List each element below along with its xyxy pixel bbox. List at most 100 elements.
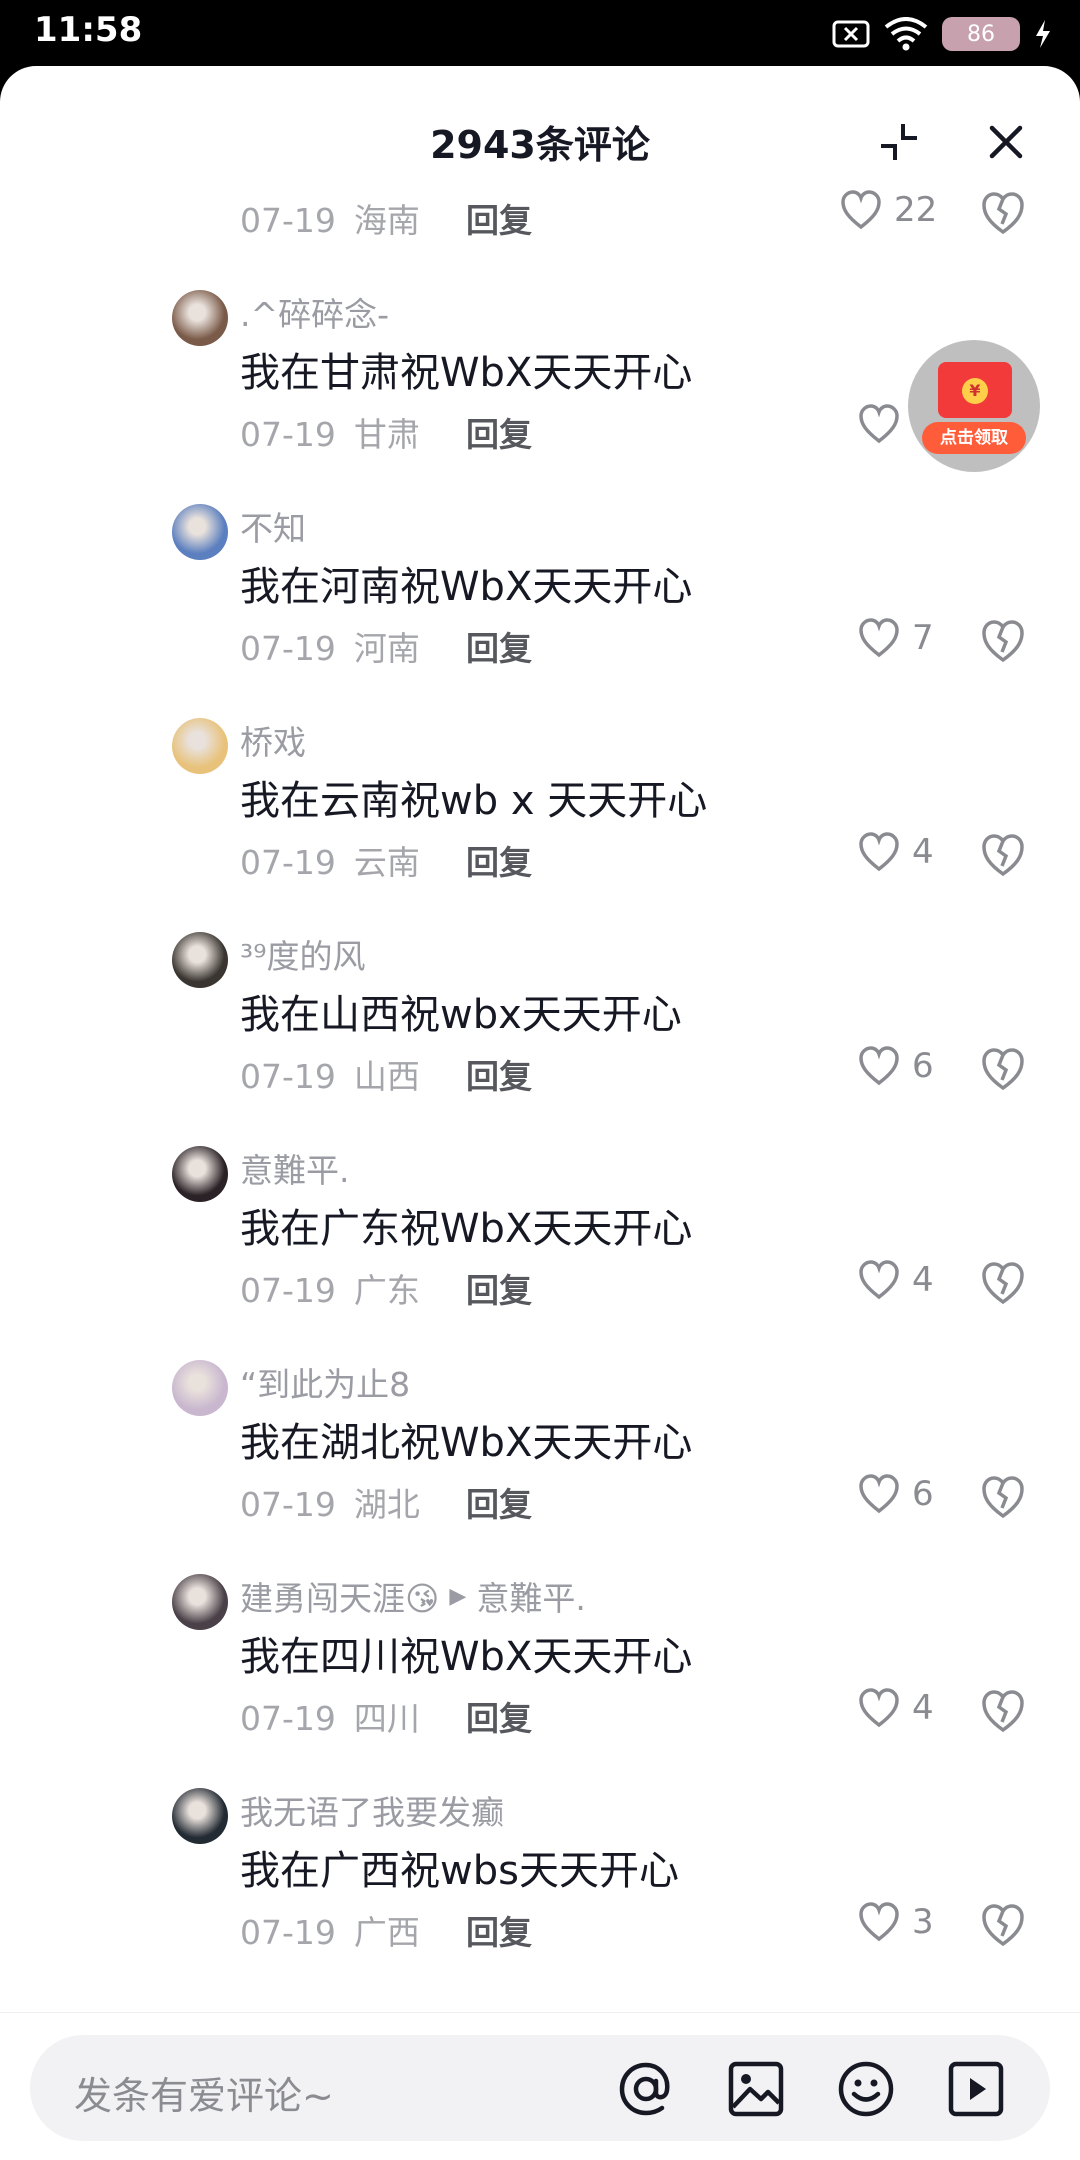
- like-button[interactable]: 4: [858, 1260, 934, 1300]
- like-button[interactable]: 4: [858, 1688, 934, 1728]
- like-button[interactable]: 22: [840, 190, 937, 230]
- comment-meta: 07-19 四川: [240, 1692, 420, 1740]
- comment-input[interactable]: 发条有爱评论~: [30, 2035, 1050, 2141]
- reply-button[interactable]: 回复: [466, 836, 532, 884]
- comment-username-row: ³⁹度的风: [240, 930, 365, 978]
- comment-username[interactable]: “到此为止8: [240, 1358, 410, 1406]
- emoji-icon[interactable]: [836, 2059, 896, 2119]
- collapse-icon[interactable]: [875, 118, 923, 166]
- avatar[interactable]: [172, 1574, 228, 1630]
- avatar[interactable]: [172, 1360, 228, 1416]
- reply-button[interactable]: 回复: [466, 1692, 532, 1740]
- comment-item-partial: 07-19 海南 回复 22: [0, 166, 1080, 280]
- comment-location: 湖北: [353, 1485, 420, 1524]
- dislike-icon[interactable]: [980, 1046, 1026, 1092]
- heart-icon: [841, 190, 881, 230]
- status-icons: 86: [832, 14, 1052, 54]
- comment-text[interactable]: 我在云南祝wb x 天天开心: [240, 768, 707, 826]
- comment-location: 海南: [353, 201, 420, 240]
- comment-text[interactable]: 我在山西祝wbx天天开心: [240, 982, 682, 1040]
- no-sim-icon: [832, 20, 870, 48]
- comment-input-bar: 发条有爱评论~: [0, 2012, 1080, 2160]
- dislike-icon[interactable]: [980, 1260, 1026, 1306]
- comment-location: 甘肃: [353, 415, 420, 454]
- like-button[interactable]: 7: [858, 618, 934, 658]
- comment-text-cut: [240, 166, 253, 170]
- reply-button[interactable]: 回复: [466, 622, 532, 670]
- comment-text[interactable]: 我在广西祝wbs天天开心: [240, 1838, 679, 1896]
- reply-button[interactable]: 回复: [466, 1264, 532, 1312]
- comment-date: 07-19: [240, 843, 336, 882]
- avatar[interactable]: [172, 1146, 228, 1202]
- avatar[interactable]: [172, 718, 228, 774]
- avatar[interactable]: [172, 932, 228, 988]
- like-button[interactable]: 6: [858, 1474, 934, 1514]
- like-button[interactable]: 4: [858, 832, 934, 872]
- avatar[interactable]: [172, 1788, 228, 1844]
- like-count: 3: [912, 1902, 934, 1942]
- comment-username-row: 我无语了我要发癫: [240, 1786, 504, 1834]
- comment-meta: 07-19 海南: [240, 194, 420, 242]
- dislike-icon[interactable]: [980, 1474, 1026, 1520]
- comment-meta: 07-19 甘肃: [240, 408, 420, 456]
- comment-location: 广西: [353, 1913, 420, 1952]
- reply-arrow-icon: ▶: [449, 1583, 467, 1609]
- comment-username[interactable]: ³⁹度的风: [240, 930, 365, 978]
- comment-item: 桥戏 我在云南祝wb x 天天开心 07-19 云南 回复 4: [0, 708, 1080, 922]
- dislike-icon[interactable]: [980, 618, 1026, 664]
- like-count: 4: [912, 832, 934, 872]
- comment-username[interactable]: 建勇闯天涯😘: [240, 1572, 439, 1620]
- comment-item: 我无语了我要发癫 我在广西祝wbs天天开心 07-19 广西 回复 3: [0, 1778, 1080, 1992]
- at-icon[interactable]: [616, 2059, 676, 2119]
- comment-username[interactable]: 桥戏: [240, 716, 306, 764]
- comment-date: 07-19: [240, 1057, 336, 1096]
- heart-icon: [859, 1260, 899, 1300]
- coin-icon: ¥: [962, 378, 988, 404]
- reply-button[interactable]: 回复: [466, 1050, 532, 1098]
- comment-username[interactable]: 我无语了我要发癫: [240, 1786, 504, 1834]
- comment-date: 07-19: [240, 1271, 336, 1310]
- dislike-icon[interactable]: [980, 832, 1026, 878]
- comment-location: 河南: [353, 629, 420, 668]
- comment-date: 07-19: [240, 201, 336, 240]
- like-button[interactable]: 6: [858, 1046, 934, 1086]
- like-button[interactable]: 3: [858, 1902, 934, 1942]
- comment-text[interactable]: 我在河南祝WbX天天开心: [240, 554, 692, 612]
- comment-item: 不知 我在河南祝WbX天天开心 07-19 河南 回复 7: [0, 494, 1080, 708]
- reply-to-user[interactable]: 意難平.: [476, 1572, 586, 1620]
- comment-username-row: 意難平.: [240, 1144, 350, 1192]
- comment-text[interactable]: 我在湖北祝WbX天天开心: [240, 1410, 692, 1468]
- heart-icon: [859, 1474, 899, 1514]
- comment-text[interactable]: 我在四川祝WbX天天开心: [240, 1624, 692, 1682]
- close-icon[interactable]: [982, 118, 1030, 166]
- reply-button[interactable]: 回复: [466, 1478, 532, 1526]
- comment-location: 山西: [353, 1057, 420, 1096]
- comment-location: 广东: [353, 1271, 420, 1310]
- dislike-icon[interactable]: [980, 1688, 1026, 1734]
- reply-button[interactable]: 回复: [466, 408, 532, 456]
- video-icon[interactable]: [946, 2059, 1006, 2119]
- comment-item: 建勇闯天涯😘 ▶ 意難平. 我在四川祝WbX天天开心 07-19 四川 回复 4: [0, 1564, 1080, 1778]
- avatar[interactable]: [172, 290, 228, 346]
- image-icon[interactable]: [726, 2059, 786, 2119]
- charging-icon: [1036, 20, 1050, 48]
- comment-username[interactable]: 意難平.: [240, 1144, 350, 1192]
- comment-username-row: .^碎碎念-: [240, 288, 389, 336]
- dislike-icon[interactable]: [980, 190, 1026, 236]
- heart-icon: [859, 618, 899, 658]
- comment-username[interactable]: 不知: [240, 502, 306, 550]
- comment-meta: 07-19 山西: [240, 1050, 420, 1098]
- red-packet-button[interactable]: ¥ 点击领取: [908, 340, 1040, 472]
- dislike-icon[interactable]: [980, 1902, 1026, 1948]
- reply-button[interactable]: 回复: [466, 1906, 532, 1954]
- reply-button[interactable]: 回复: [466, 194, 532, 242]
- red-envelope-icon: ¥: [938, 362, 1012, 418]
- comment-text[interactable]: 我在甘肃祝WbX天天开心: [240, 340, 692, 398]
- comment-location: 四川: [353, 1699, 420, 1738]
- heart-icon: [859, 1046, 899, 1086]
- comment-username[interactable]: .^碎碎念-: [240, 288, 389, 336]
- avatar[interactable]: [172, 504, 228, 560]
- comment-meta: 07-19 云南: [240, 836, 420, 884]
- comment-text[interactable]: 我在广东祝WbX天天开心: [240, 1196, 692, 1254]
- heart-icon: [859, 404, 899, 444]
